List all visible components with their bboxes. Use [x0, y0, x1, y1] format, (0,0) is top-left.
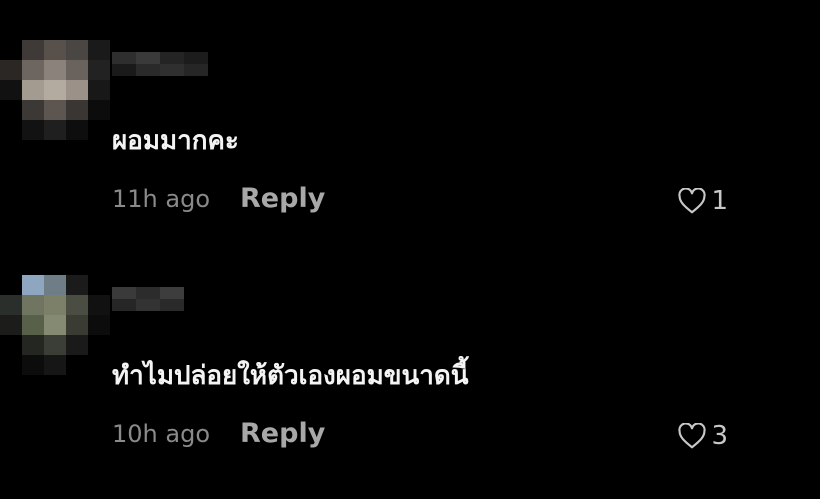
heart-outline-icon: [678, 188, 707, 214]
reply-button[interactable]: Reply: [240, 183, 325, 214]
avatar[interactable]: [0, 275, 110, 375]
username[interactable]: [112, 52, 208, 76]
avatar[interactable]: [0, 40, 110, 140]
comment-text: ผอมมากคะ: [112, 126, 239, 156]
timestamp: 10h ago: [112, 420, 211, 448]
like-count: 1: [711, 186, 728, 216]
heart-outline-icon: [678, 423, 707, 449]
comment-meta: 11h ago Reply: [112, 183, 325, 214]
username[interactable]: [112, 287, 184, 311]
comment-meta: 10h ago Reply: [112, 418, 325, 449]
like-button[interactable]: 3: [677, 421, 728, 451]
like-count: 3: [711, 421, 728, 451]
reply-button[interactable]: Reply: [240, 418, 325, 449]
timestamp: 11h ago: [112, 185, 211, 213]
like-button[interactable]: 1: [677, 186, 728, 216]
comment-text: ทำไมปล่อยให้ตัวเองผอมขนาดนี้: [112, 361, 469, 391]
